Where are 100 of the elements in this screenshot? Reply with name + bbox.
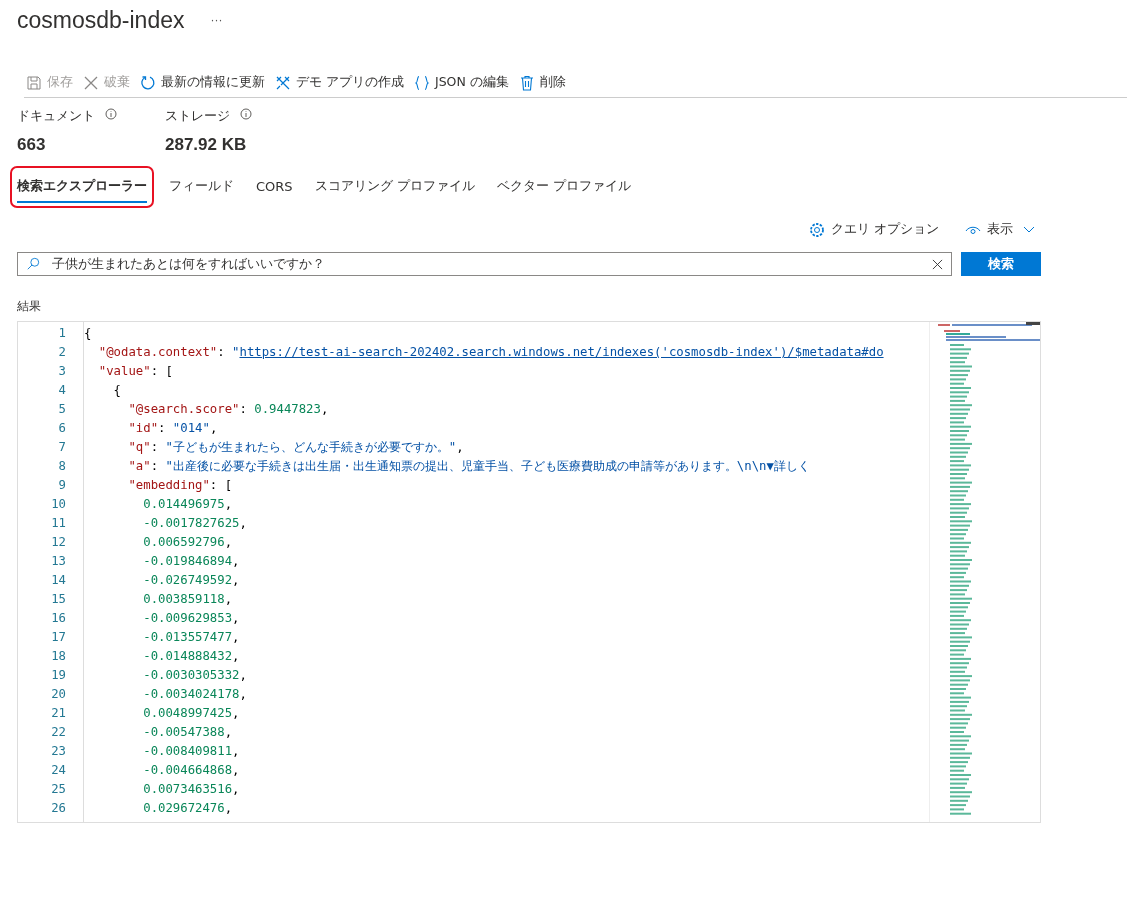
json-number: 0.0048997425 [142,706,233,720]
line-number: 14 [51,572,66,589]
line-number: 3 [58,363,66,380]
line-number: 25 [51,781,66,798]
json-number: -0.0030305332 [142,668,240,682]
refresh-icon [140,74,156,91]
info-icon[interactable] [240,108,252,120]
line-number: 6 [58,420,66,437]
line-number: 20 [51,686,66,703]
line-number: 4 [58,382,66,399]
results-label: 結果 [17,298,42,315]
json-number: -0.008409811 [142,744,233,758]
json-punctuation: { [84,326,92,340]
json-punctuation: , [232,763,240,777]
line-number: 23 [51,743,66,760]
json-punctuation: , [232,611,240,625]
stat-label: ドキュメント [17,108,95,125]
json-punctuation: , [232,573,240,587]
json-key: "@search.score" [84,402,240,416]
tab[interactable]: 検索エクスプローラー [11,167,153,207]
json-number: 0.003859118 [142,592,225,606]
json-number: -0.026749592 [142,573,233,587]
toolbar-button[interactable]: JSON の編集 [412,70,511,95]
json-punctuation: , [232,630,240,644]
json-key: "a" [84,459,151,473]
json-punctuation: , [232,649,240,663]
json-punctuation: { [112,383,122,397]
stat-value: 287.92 KB [165,135,248,155]
page-title: cosmosdb-index [17,6,185,34]
toolbar-button[interactable]: デモ アプリの作成 [273,70,406,95]
search-icon [26,257,40,271]
json-punctuation: , [224,725,233,739]
line-number: 1 [58,325,66,342]
json-punctuation: , [224,535,233,549]
line-number: 21 [51,705,66,722]
line-number: 11 [51,515,66,532]
json-key: "@odata.context" [84,345,218,359]
line-number: 22 [51,724,66,741]
json-string: "子どもが生まれたら、どんな手続きが必要ですか。" [165,440,457,454]
json-punctuation: , [239,687,247,701]
json-number: -0.013557477 [142,630,233,644]
json-string: "014" [172,421,210,435]
view-dropdown[interactable]: 表示 [963,219,1037,240]
json-punctuation: , [232,706,240,720]
tab[interactable]: フィールド [163,167,240,207]
tools-icon [275,74,291,91]
json-punctuation: : [ [150,364,173,378]
json-punctuation: : [239,402,248,416]
json-number: -0.00547388 [142,725,225,739]
info-icon[interactable] [105,108,117,120]
more-button[interactable]: ··· [208,11,225,29]
json-punctuation: : [150,440,160,454]
json-punctuation: , [224,497,233,511]
chevron-down-icon [1023,225,1035,234]
json-punctuation: : [217,345,226,359]
json-number: 0.014496975 [142,497,225,511]
json-number: -0.0017827625 [142,516,240,530]
query-options-button[interactable]: クエリ オプション [807,219,941,240]
line-number: 8 [58,458,66,475]
json-number: -0.004664868 [142,763,233,777]
json-number: -0.009629853 [142,611,233,625]
search-field[interactable]: 子供が生まれたあとは何をすればいいですか？ [17,252,952,276]
close-icon [83,74,99,91]
save-icon [26,74,42,91]
json-punctuation: , [320,402,329,416]
line-number: 10 [51,496,66,513]
close-icon[interactable] [932,258,943,270]
stat-value: 663 [17,135,47,155]
stat-label: ストレージ [165,108,230,125]
json-punctuation: , [456,440,464,454]
line-number: 7 [58,439,66,456]
scrollbar-thumb[interactable] [1026,322,1040,325]
json-punctuation: : [ [209,478,233,492]
line-number: 2 [58,344,66,361]
line-number: 9 [58,477,66,494]
search-button[interactable]: 検索 [961,252,1041,276]
json-link[interactable]: https://test-ai-search-202402.search.windows.net/indexes('cosmosdb-index')/$metadata#do [239,345,884,359]
json-number: -0.019846894 [142,554,233,568]
json-key: "value" [84,364,151,378]
tab[interactable]: ベクター プロファイル [490,167,637,207]
json-key: "q" [84,440,151,454]
json-number: 0.0073463516 [142,782,233,796]
json-punctuation: : [150,459,160,473]
json-punctuation: , [224,801,233,815]
tab[interactable]: スコアリング プロファイル [308,167,481,207]
json-number: 0.029672476 [142,801,225,815]
line-number: 15 [51,591,66,608]
toolbar-button[interactable]: 最新の情報に更新 [138,70,267,95]
json-punctuation: , [232,554,240,568]
toolbar-button[interactable]: 削除 [516,70,568,95]
braces-icon [414,74,430,91]
line-number: 12 [51,534,66,551]
line-number: 24 [51,762,66,779]
json-punctuation: , [239,516,247,530]
line-number: 16 [51,610,66,627]
json-number: 0.9447823 [254,402,321,416]
json-key: "id" [84,421,159,435]
json-string: "出産後に必要な手続きは出生届・出生通知票の提出、児童手当、子ども医療費助成の申請等があります。\n\n▼詳しく [165,459,810,473]
tab[interactable]: CORS [250,167,299,207]
line-number: 19 [51,667,66,684]
